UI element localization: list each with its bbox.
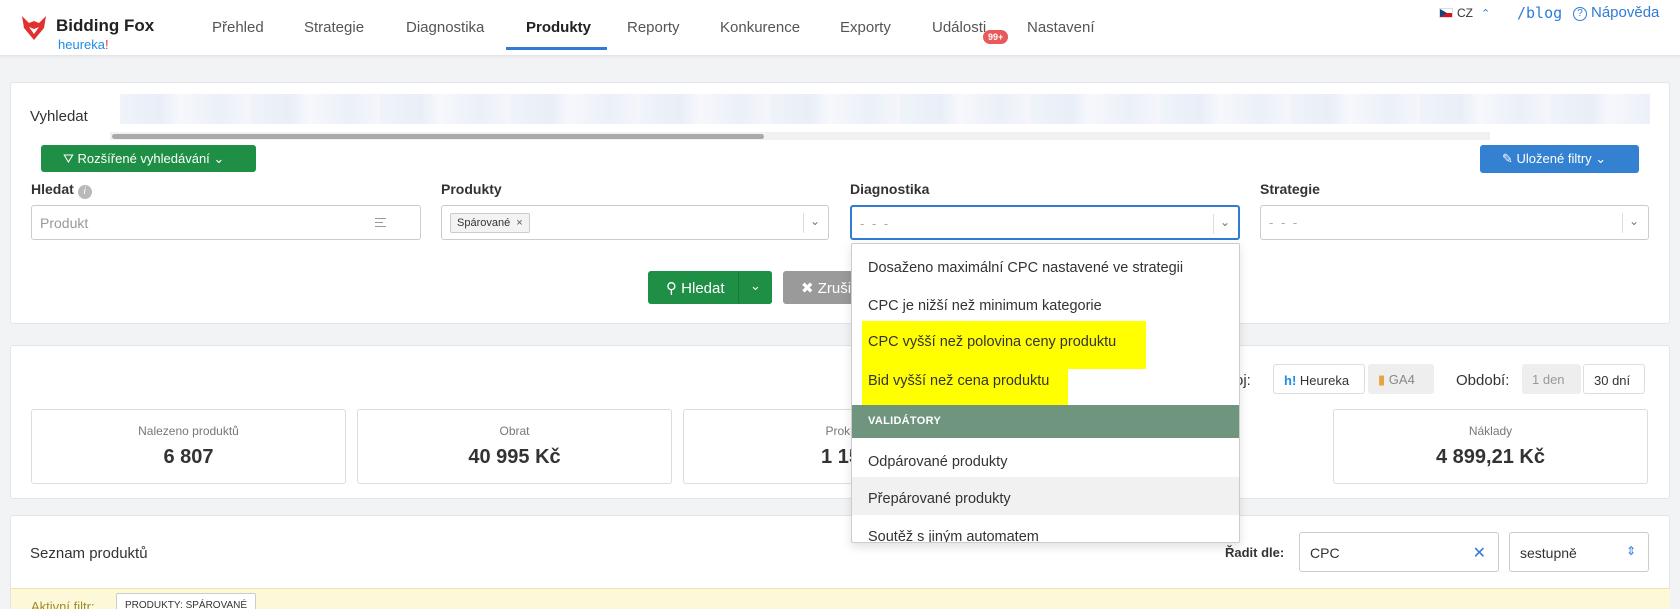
dropdown-group-header: VALIDÁTORY	[852, 405, 1239, 438]
question-circle-icon: ?	[1573, 7, 1587, 21]
blog-link[interactable]: /blog	[1517, 4, 1562, 22]
search-title: Vyhledat	[30, 108, 88, 125]
search-options-button[interactable]: ⌄	[738, 271, 772, 304]
analytics-icon: ▮	[1378, 372, 1386, 387]
brand-logo[interactable]: Bidding Fox heureka!	[20, 12, 180, 52]
pencil-icon: ✎	[1502, 151, 1513, 166]
chevron-down-icon: ⌄	[213, 151, 225, 166]
heureka-logo-icon: h!	[1284, 373, 1297, 388]
clear-icon[interactable]: ✕	[1473, 543, 1486, 563]
magnifier-icon: ⚲	[666, 280, 677, 297]
chevron-down-icon: ⌄	[750, 278, 761, 293]
active-nav-indicator	[506, 47, 607, 50]
chevron-down-icon: ⌄	[1595, 151, 1607, 166]
dropdown-option-hovered[interactable]: Přepárované produkty	[852, 477, 1239, 515]
selected-tag: Spárované ×	[450, 213, 530, 233]
source-ga4-button[interactable]: ▮ GA4	[1368, 364, 1434, 394]
strategie-select[interactable]: - - - ⌄	[1260, 205, 1649, 240]
active-filter-tag[interactable]: PRODUKTY: SPÁROVANÉ	[116, 593, 257, 609]
dropdown-option[interactable]: Dosaženo maximální CPC nastavené ve stra…	[852, 250, 1239, 288]
blurred-saved-searches	[120, 94, 1650, 124]
search-input[interactable]: Produkt	[31, 205, 421, 240]
brand-sub: heureka!	[58, 37, 109, 52]
dropdown-option-highlighted[interactable]: CPC vyšší než polovina ceny produktu	[852, 321, 1239, 369]
strategie-label: Strategie	[1260, 181, 1320, 197]
info-icon[interactable]: i	[77, 185, 92, 199]
remove-tag-icon[interactable]: ×	[516, 217, 522, 229]
produkty-label: Produkty	[441, 181, 502, 197]
saved-filters-button[interactable]: ✎ Uložené filtry ⌄	[1480, 145, 1639, 173]
chevron-down-icon: ⌄	[1220, 215, 1231, 229]
brand-name: Bidding Fox	[56, 16, 155, 35]
nav-udalosti[interactable]: Události	[932, 19, 986, 36]
sort-direction-select[interactable]: sestupně ⇕	[1509, 532, 1649, 572]
language-selector[interactable]: CZ ⌃	[1439, 6, 1490, 20]
chevron-down-icon: ⌄	[810, 214, 821, 228]
scrollbar-thumb[interactable]	[112, 134, 764, 139]
period-30-days-button[interactable]: 30 dní	[1583, 364, 1645, 394]
updown-arrows-icon: ⇕	[1625, 544, 1636, 558]
czech-flag-icon	[1439, 8, 1453, 18]
fox-logo-icon	[22, 16, 46, 40]
diagnostika-dropdown: Dosaženo maximální CPC nastavené ve stra…	[851, 243, 1240, 543]
stat-card: Náklady 4 899,21 Kč	[1333, 409, 1648, 484]
dropdown-option[interactable]: Soutěž s jiným automatem	[852, 515, 1239, 542]
events-badge: 99+	[983, 30, 1009, 44]
active-filter-bar: Aktivní filtr: PRODUKTY: SPÁROVANÉ	[11, 588, 1670, 609]
nav-produkty[interactable]: Produkty	[526, 19, 591, 36]
list-lines-icon	[375, 218, 386, 227]
sort-by-select[interactable]: CPC ✕	[1299, 532, 1499, 572]
period-1-day-button[interactable]: 1 den	[1522, 364, 1581, 394]
nav-konkurence[interactable]: Konkurence	[720, 19, 800, 36]
source-heureka-button[interactable]: h! Heureka	[1273, 364, 1365, 394]
stat-card: Obrat 40 995 Kč	[357, 409, 672, 484]
nav-reporty[interactable]: Reporty	[627, 19, 680, 36]
diagnostika-select[interactable]: - - - ⌄	[850, 205, 1240, 240]
top-navigation: Bidding Fox heureka! Přehled Strategie D…	[0, 0, 1680, 56]
filter-icon: ⛛	[63, 151, 74, 166]
nav-diagnostika[interactable]: Diagnostika	[406, 19, 484, 36]
advanced-search-button[interactable]: ⛛ Rozšířené vyhledávání ⌄	[41, 145, 256, 172]
close-icon: ✖	[801, 280, 814, 297]
diagnostika-label: Diagnostika	[850, 181, 930, 197]
nav-prehled[interactable]: Přehled	[212, 19, 264, 36]
sort-label: Řadit dle:	[1225, 545, 1285, 560]
chevron-down-icon: ⌄	[1629, 214, 1640, 228]
dropdown-option-highlighted[interactable]: Bid vyšší než cena produktu	[852, 369, 1239, 405]
updown-arrows-icon: ⌃	[1481, 8, 1491, 20]
list-title: Seznam produktů	[30, 545, 148, 562]
period-label: Období:	[1456, 372, 1510, 389]
nav-exporty[interactable]: Exporty	[840, 19, 891, 36]
stat-card: Nalezeno produktů 6 807	[31, 409, 346, 484]
help-link[interactable]: ? Nápověda	[1573, 4, 1659, 21]
nav-nastaveni[interactable]: Nastavení	[1027, 19, 1095, 36]
nav-strategie[interactable]: Strategie	[304, 19, 364, 36]
produkty-select[interactable]: Spárované × ⌄	[441, 205, 829, 240]
hledat-label: Hledat i	[31, 181, 92, 199]
